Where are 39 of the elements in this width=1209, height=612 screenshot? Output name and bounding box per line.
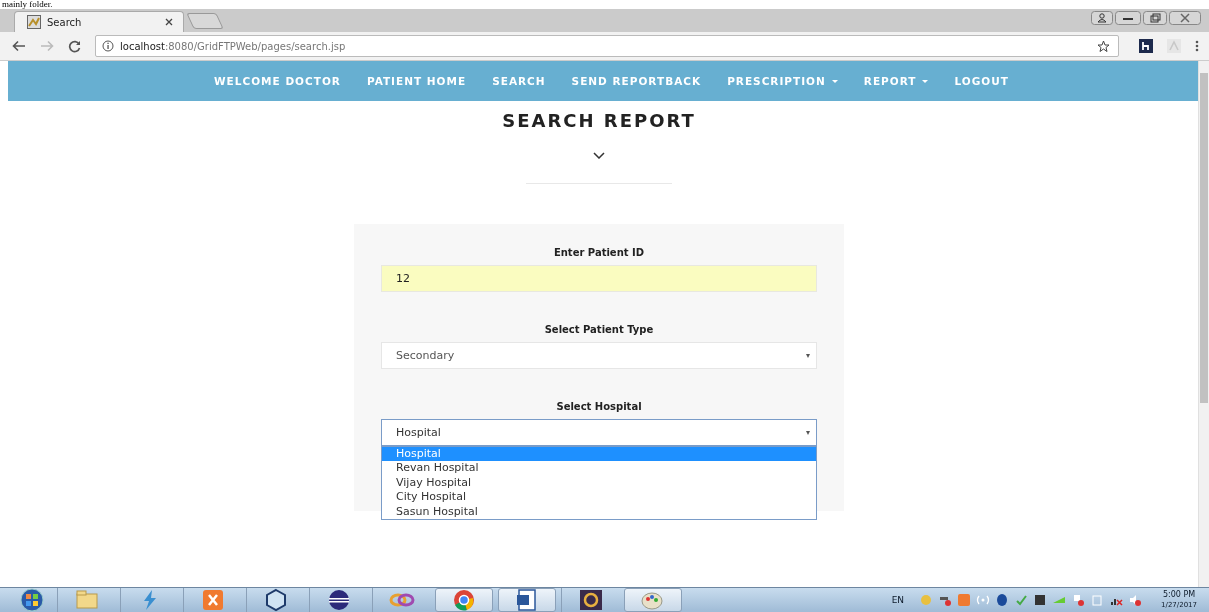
tab-title: Search [47,16,83,28]
back-arrow-icon[interactable] [12,40,26,52]
select-dropdown[interactable]: Secondary [381,342,817,369]
select-dropdown[interactable]: Hospital [381,419,817,446]
checkmark-icon[interactable] [1014,593,1029,607]
address-bar[interactable]: localhost:8080/GridFTPWeb/pages/search.jsp [95,35,1119,57]
page-title: SEARCH REPORT [502,110,696,131]
dropdown-option[interactable]: Vijay Hospital [382,475,816,491]
text-input[interactable]: 12 [381,265,817,292]
folder-icon [73,588,100,612]
close-icon[interactable] [1169,11,1201,25]
minimize-icon[interactable] [1115,11,1141,25]
field-label: Select Hospital [556,401,642,414]
scrollbar[interactable] [1198,61,1209,587]
user-icon[interactable] [1091,11,1113,25]
info-icon [102,40,114,52]
browser-tab[interactable]: Search [14,11,184,32]
dropdown-arrow-icon [806,353,810,358]
dropdown-arrow-icon [806,430,810,435]
field-label: Select Patient Type [544,324,654,337]
picture-icon [27,15,41,29]
menu-icon[interactable] [1195,40,1199,52]
field-label: Enter Patient ID [553,247,645,260]
caret-icon [922,79,929,83]
dropdown-option[interactable]: Sasun Hospital [382,504,816,520]
dropdown-option[interactable]: Revan Hospital [382,461,816,476]
chevron-down-icon [593,152,605,159]
document-text: mainly folder. [1,0,54,9]
taskbar-button[interactable] [498,588,556,612]
close-icon[interactable] [165,18,173,26]
scrollbar-thumb[interactable] [1200,73,1208,403]
clock-time[interactable]: 5:00 PM [1162,590,1196,600]
dropdown-option[interactable]: City Hospital [382,490,816,505]
reload-icon[interactable] [68,39,81,53]
language-indicator[interactable]: EN [891,595,905,605]
restore-icon[interactable] [1143,11,1167,25]
url-text: localhost:8080/GridFTPWeb/pages/search.jsp [120,40,346,52]
star-icon[interactable] [1097,39,1110,53]
caret-icon [831,79,838,83]
